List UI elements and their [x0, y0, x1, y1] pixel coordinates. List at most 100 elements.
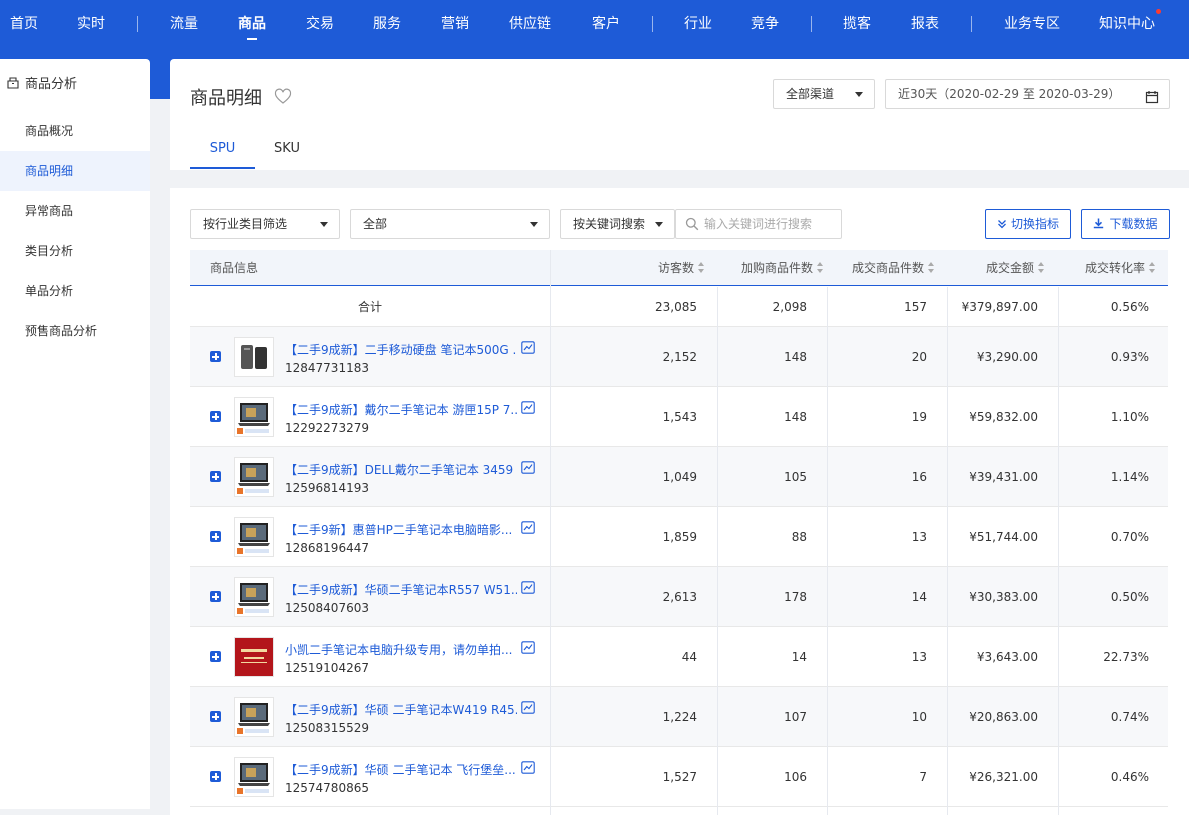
product-title-link[interactable]: 【二手9成新】华硕 二手笔记本W419 R45...: [285, 701, 517, 718]
nav-competition[interactable]: 竞争: [751, 0, 779, 48]
sidebar-title: 商品分析: [25, 77, 78, 92]
nav-service[interactable]: 服务: [373, 0, 401, 48]
sidebar-item-abnormal[interactable]: 异常商品: [0, 191, 150, 231]
sidebar-item-detail[interactable]: 商品明细: [0, 151, 150, 191]
trend-chart-icon[interactable]: [521, 761, 535, 774]
product-thumbnail[interactable]: [234, 697, 274, 737]
trend-chart-icon[interactable]: [521, 461, 535, 474]
sidebar: 商品分析 商品概况 商品明细 异常商品 类目分析 单品分析 预售商品分析: [0, 59, 150, 809]
switch-metrics-button[interactable]: 切换指标: [985, 209, 1071, 239]
column-divider: [550, 250, 551, 815]
sidebar-item-overview[interactable]: 商品概况: [0, 111, 150, 151]
nav-knowledge-center[interactable]: 知识中心: [1099, 0, 1155, 48]
search-input[interactable]: [704, 215, 839, 233]
nav-home[interactable]: 首页: [10, 0, 38, 48]
visitors-cell: 1,527: [662, 770, 697, 784]
nav-marketing[interactable]: 营销: [441, 0, 469, 48]
nav-products[interactable]: 商品: [238, 0, 266, 48]
product-title-link[interactable]: 【二手9新】惠普HP二手笔记本电脑暗影...: [285, 521, 517, 538]
cart-cell: 148: [784, 350, 807, 364]
col-amount-label: 成交金额: [985, 261, 1034, 275]
plus-square-icon[interactable]: [210, 651, 221, 662]
nav-trade[interactable]: 交易: [306, 0, 334, 48]
product-id: 12574780865: [285, 781, 369, 795]
col-product-info: 商品信息: [210, 261, 259, 275]
col-rate-label: 成交转化率: [1084, 261, 1145, 275]
table-row: 【二手9成新】二手移动硬盘 笔记本500G ... 12847731183 2,15…: [190, 327, 1168, 387]
keyword-mode-select[interactable]: 按关键词搜索: [560, 209, 675, 239]
product-title-link[interactable]: 【二手9成新】戴尔二手笔记本 游匣15P 7...: [285, 401, 517, 418]
plus-square-icon[interactable]: [210, 771, 221, 782]
col-rate[interactable]: 成交转化率: [1058, 250, 1156, 286]
plus-square-icon[interactable]: [210, 411, 221, 422]
sold-cell: 7: [919, 770, 927, 784]
nav-realtime[interactable]: 实时: [77, 0, 105, 48]
product-thumbnail[interactable]: [234, 517, 274, 557]
sidebar-item-presale[interactable]: 预售商品分析: [0, 311, 150, 351]
cart-cell: 107: [784, 710, 807, 724]
total-cart: 2,098: [772, 300, 807, 314]
sidebar-item-single[interactable]: 单品分析: [0, 271, 150, 311]
product-id: 12847731183: [285, 361, 369, 375]
product-thumbnail[interactable]: [234, 577, 274, 617]
cart-cell: 88: [791, 530, 807, 544]
col-sold[interactable]: 成交商品件数: [827, 250, 935, 286]
nav-business-zone[interactable]: 业务专区: [1004, 0, 1060, 48]
plus-square-icon[interactable]: [210, 531, 221, 542]
sold-cell: 13: [911, 530, 927, 544]
sidebar-item-category[interactable]: 类目分析: [0, 231, 150, 271]
nav-supply-chain[interactable]: 供应链: [509, 0, 551, 48]
column-divider: [827, 287, 828, 815]
product-thumbnail[interactable]: [234, 457, 274, 497]
product-thumbnail[interactable]: [234, 637, 274, 677]
download-icon: [1093, 211, 1104, 229]
rate-cell: 0.74%: [1110, 710, 1149, 724]
top-navigation: 首页 实时 流量 商品 交易 服务 营销 供应链 客户 行业 竞争 揽客 报表 …: [0, 0, 1189, 99]
plus-square-icon[interactable]: [210, 711, 221, 722]
col-cart[interactable]: 加购商品件数: [717, 250, 824, 286]
rate-cell: 0.70%: [1110, 530, 1149, 544]
tab-spu[interactable]: SPU: [190, 129, 255, 169]
product-thumbnail[interactable]: [234, 757, 274, 797]
col-amount[interactable]: 成交金额: [947, 250, 1045, 286]
trend-chart-icon[interactable]: [521, 341, 535, 354]
plus-square-icon[interactable]: [210, 351, 221, 362]
channel-select[interactable]: 全部渠道: [773, 79, 875, 109]
product-thumbnail[interactable]: [234, 397, 274, 437]
download-button[interactable]: 下载数据: [1081, 209, 1170, 239]
nav-traffic[interactable]: 流量: [170, 0, 198, 48]
product-title-link[interactable]: 【二手9成新】DELL戴尔二手笔记本 3459 ...: [285, 461, 517, 478]
col-visitors[interactable]: 访客数: [550, 250, 705, 286]
cart-cell: 105: [784, 470, 807, 484]
tab-sku[interactable]: SKU: [262, 129, 312, 169]
heart-outline-icon[interactable]: [274, 88, 292, 106]
trend-chart-icon[interactable]: [521, 701, 535, 714]
nav-divider: [811, 16, 812, 32]
sort-icon: [698, 262, 705, 273]
trend-chart-icon[interactable]: [521, 641, 535, 654]
product-thumbnail[interactable]: [234, 337, 274, 377]
visitors-cell: 2,613: [662, 590, 697, 604]
plus-square-icon[interactable]: [210, 591, 221, 602]
trend-chart-icon[interactable]: [521, 581, 535, 594]
category-filter-select[interactable]: 按行业类目筛选: [190, 209, 340, 239]
col-cart-label: 加购商品件数: [740, 261, 813, 275]
nav-industry[interactable]: 行业: [684, 0, 712, 48]
total-visitors: 23,085: [655, 300, 697, 314]
trend-chart-icon[interactable]: [521, 401, 535, 414]
product-title-link[interactable]: 【二手9成新】华硕二手笔记本R557 W51...: [285, 581, 517, 598]
trend-chart-icon[interactable]: [521, 521, 535, 534]
nav-customers[interactable]: 客户: [592, 0, 620, 48]
product-title-link[interactable]: 小凯二手笔记本电脑升级专用，请勿单拍...: [285, 641, 517, 658]
nav-acquire[interactable]: 揽客: [843, 0, 871, 48]
product-title-link[interactable]: 【二手9成新】华硕 二手笔记本 飞行堡垒...: [285, 761, 517, 778]
product-id: 12508315529: [285, 721, 369, 735]
category-value-select[interactable]: 全部: [350, 209, 550, 239]
date-range-picker[interactable]: 近30天（2020-02-29 至 2020-03-29）: [885, 79, 1170, 109]
nav-reports[interactable]: 报表: [911, 0, 939, 48]
table-row: 【二手9成新】华硕二手笔记本R557 W51... 12508407603 2,61…: [190, 567, 1168, 627]
plus-square-icon[interactable]: [210, 471, 221, 482]
cart-cell: 178: [784, 590, 807, 604]
amount-cell: ¥51,744.00: [969, 530, 1038, 544]
product-title-link[interactable]: 【二手9成新】二手移动硬盘 笔记本500G ...: [285, 341, 517, 358]
